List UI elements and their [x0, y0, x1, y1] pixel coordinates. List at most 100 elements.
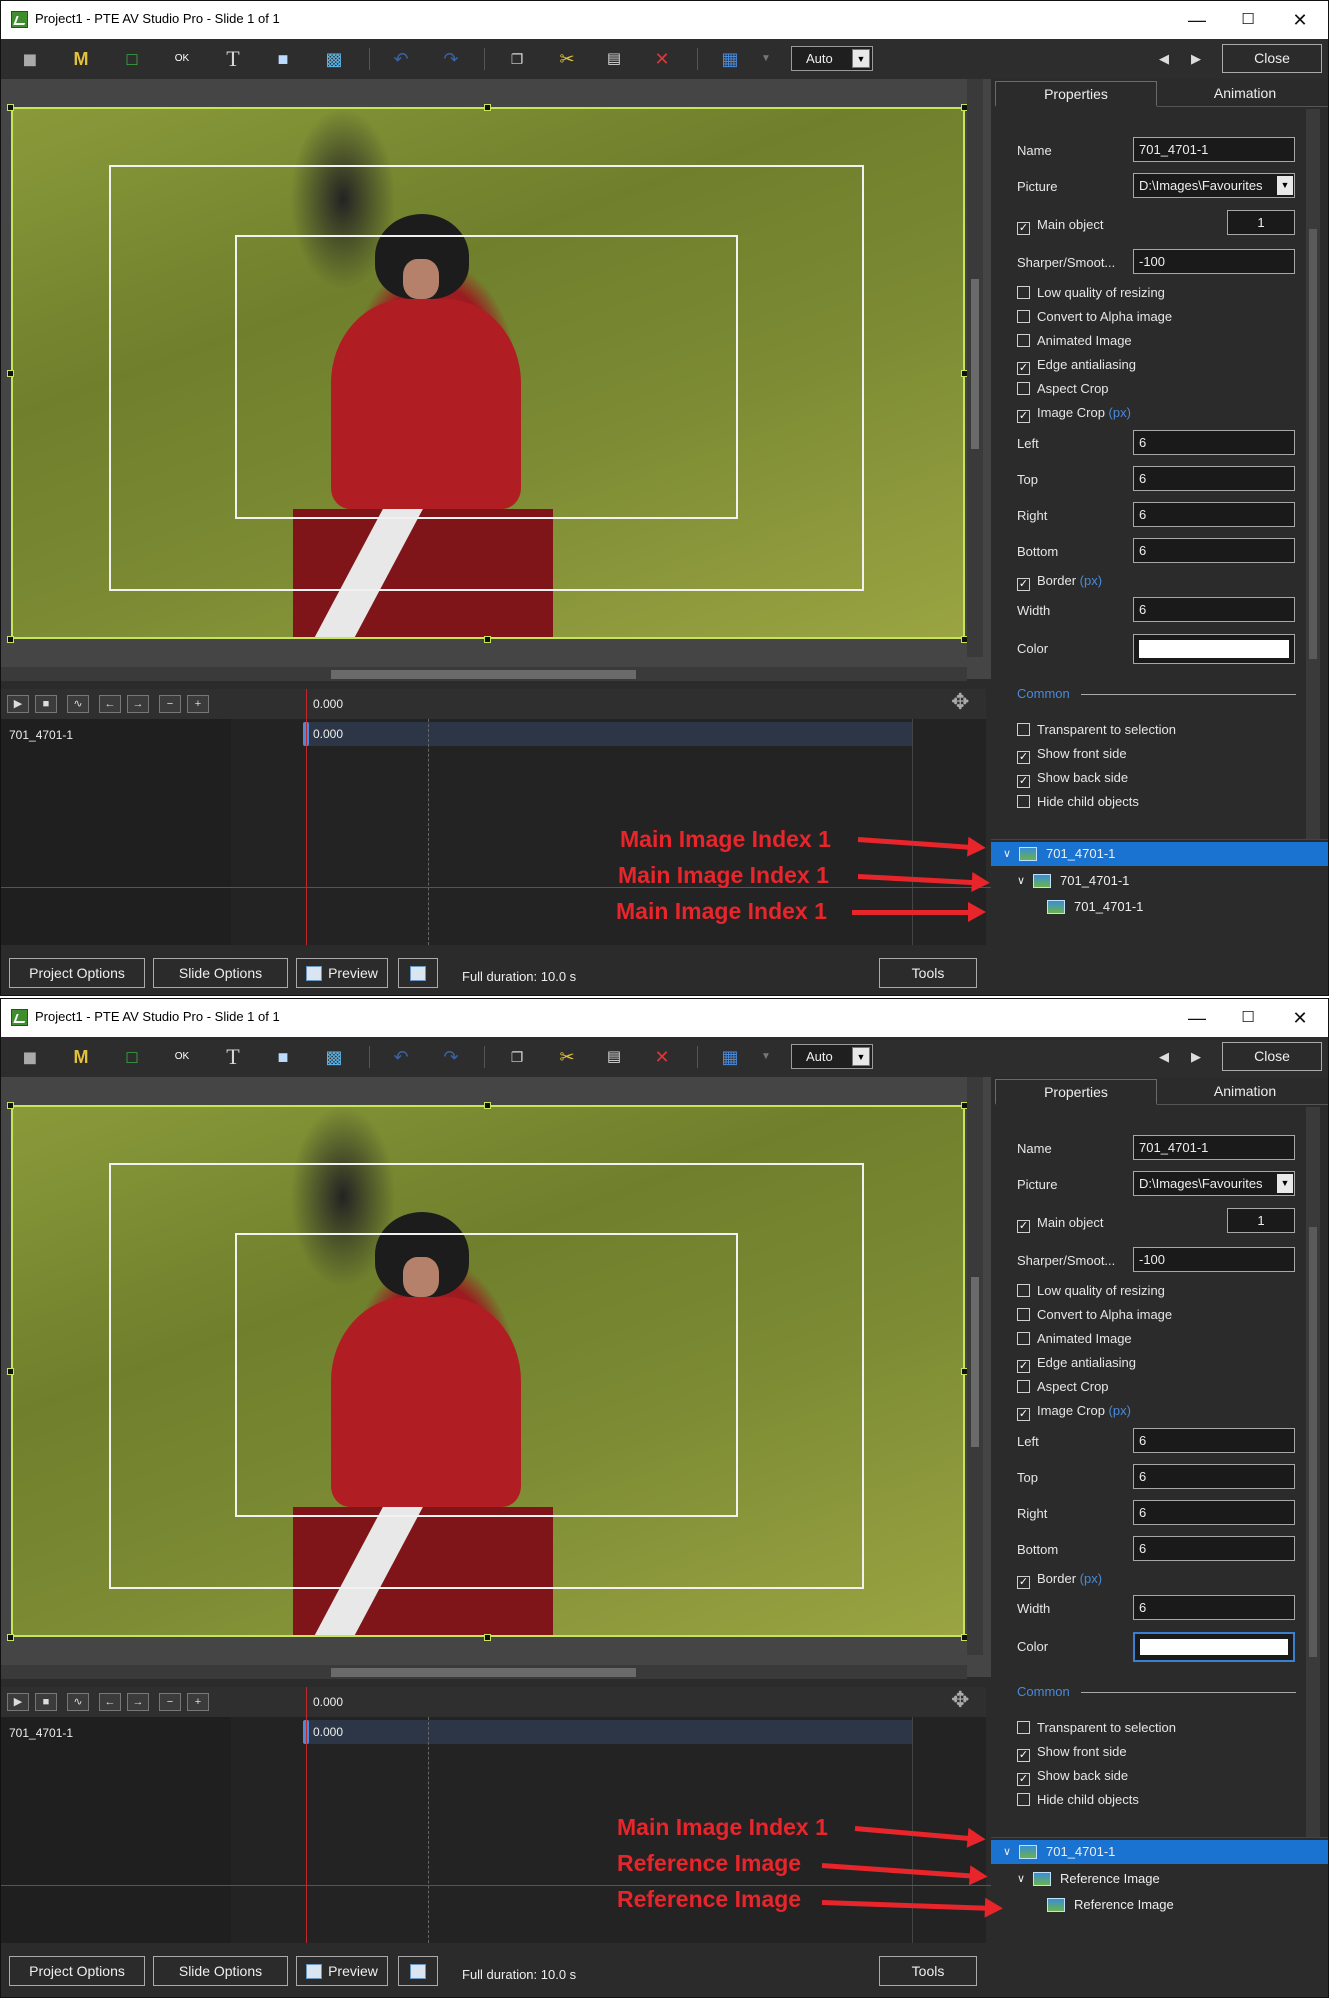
rectangle-icon[interactable]: ■	[270, 47, 296, 71]
vertical-scrollbar[interactable]	[967, 1077, 983, 1655]
crop-right-field[interactable]: 6	[1133, 502, 1295, 527]
scroll-thumb[interactable]	[971, 279, 979, 449]
resize-handle[interactable]	[7, 104, 14, 111]
tree-item-child[interactable]: ∨ 701_4701-1	[991, 869, 1328, 893]
border-checkbox[interactable]: ✓ Border (px)	[1017, 573, 1102, 591]
move-icon[interactable]: ✥	[951, 689, 969, 715]
name-field[interactable]: 701_4701-1	[1133, 137, 1295, 162]
main-object-checkbox[interactable]: ✓ Main object	[1017, 217, 1103, 235]
scroll-thumb[interactable]	[1309, 1227, 1317, 1657]
image-icon[interactable]: ▩	[321, 1045, 347, 1069]
picture-select[interactable]: D:\Images\Favourites ▼	[1133, 1171, 1295, 1196]
resize-handle[interactable]	[7, 370, 14, 377]
hide-child-checkbox[interactable]: Hide child objects	[1017, 794, 1139, 809]
dropdown-icon[interactable]: ▼	[753, 1045, 779, 1069]
tools-button[interactable]: Tools	[879, 1956, 977, 1986]
mask-icon[interactable]: M	[68, 1045, 94, 1069]
horizontal-scrollbar[interactable]	[1, 1665, 967, 1679]
text-icon[interactable]: T	[220, 47, 246, 71]
waveform-icon[interactable]: ∿	[67, 695, 89, 713]
edge-antialiasing-checkbox[interactable]: ✓ Edge antialiasing	[1017, 357, 1136, 375]
copy-icon[interactable]: ❐	[504, 47, 530, 71]
minimize-button[interactable]: —	[1174, 1001, 1220, 1035]
arrow-left-icon[interactable]: ←	[99, 1693, 121, 1711]
tree-item-grandchild[interactable]: Reference Image	[991, 1893, 1328, 1917]
tab-properties[interactable]: Properties	[995, 1079, 1157, 1105]
undo-icon[interactable]: ↶	[388, 1045, 414, 1069]
zoom-in-icon[interactable]: +	[187, 695, 209, 713]
minimize-button[interactable]: —	[1174, 3, 1220, 37]
edge-antialiasing-checkbox[interactable]: ✓ Edge antialiasing	[1017, 1355, 1136, 1373]
project-options-button[interactable]: Project Options	[9, 1956, 145, 1986]
show-back-checkbox[interactable]: ✓ Show back side	[1017, 770, 1128, 788]
chevron-down-icon[interactable]: ▼	[1277, 176, 1293, 195]
child-frame-inner[interactable]	[235, 1233, 738, 1517]
delete-icon[interactable]: ✕	[649, 47, 675, 71]
window-close-button[interactable]: ✕	[1277, 3, 1323, 37]
zoom-select[interactable]: Auto ▼	[791, 46, 873, 71]
slide-photo[interactable]	[11, 1105, 965, 1637]
next-arrow-icon[interactable]: ▶	[1187, 47, 1205, 71]
show-front-checkbox[interactable]: ✓ Show front side	[1017, 1744, 1127, 1762]
chevron-down-icon[interactable]: ∨	[1017, 869, 1025, 893]
convert-alpha-checkbox[interactable]: Convert to Alpha image	[1017, 309, 1172, 324]
main-object-index[interactable]: 1	[1227, 210, 1295, 235]
vertical-scrollbar[interactable]	[967, 79, 983, 657]
zoom-out-icon[interactable]: −	[159, 695, 181, 713]
close-button[interactable]: Close	[1222, 44, 1322, 73]
crop-top-field[interactable]: 6	[1133, 466, 1295, 491]
zoom-select[interactable]: Auto ▼	[791, 1044, 873, 1069]
text-icon[interactable]: T	[220, 1045, 246, 1069]
convert-alpha-checkbox[interactable]: Convert to Alpha image	[1017, 1307, 1172, 1322]
preview-button[interactable]: Preview	[296, 1956, 388, 1986]
maximize-button[interactable]: ☐	[1225, 1001, 1271, 1035]
mask-icon[interactable]: M	[68, 47, 94, 71]
border-checkbox[interactable]: ✓ Border (px)	[1017, 1571, 1102, 1589]
crop-bottom-field[interactable]: 6	[1133, 1536, 1295, 1561]
resize-handle[interactable]	[484, 1102, 491, 1109]
child-frame-inner[interactable]	[235, 235, 738, 519]
image-crop-checkbox[interactable]: ✓ Image Crop (px)	[1017, 405, 1131, 423]
tree-item-grandchild[interactable]: 701_4701-1	[991, 895, 1328, 919]
playhead[interactable]	[306, 689, 307, 945]
redo-icon[interactable]: ↷	[438, 1045, 464, 1069]
redo-icon[interactable]: ↷	[438, 47, 464, 71]
stop-icon[interactable]: ■	[35, 695, 57, 713]
dropdown-icon[interactable]: ▼	[753, 47, 779, 71]
transparent-checkbox[interactable]: Transparent to selection	[1017, 1720, 1176, 1735]
properties-scrollbar[interactable]	[1306, 1107, 1320, 1837]
copy-icon[interactable]: ❐	[504, 1045, 530, 1069]
tree-item-root[interactable]: ∨ 701_4701-1	[991, 842, 1328, 866]
scroll-thumb[interactable]	[331, 1668, 636, 1677]
chevron-down-icon[interactable]: ∨	[1003, 842, 1011, 866]
slide-photo[interactable]	[11, 107, 965, 639]
resize-handle[interactable]	[7, 636, 14, 643]
grid-icon[interactable]: ▦	[717, 1045, 743, 1069]
scroll-thumb[interactable]	[971, 1277, 979, 1447]
scroll-thumb[interactable]	[1309, 229, 1317, 659]
low-quality-checkbox[interactable]: Low quality of resizing	[1017, 1283, 1165, 1298]
resize-handle[interactable]	[7, 1634, 14, 1641]
sharper-field[interactable]: -100	[1133, 1247, 1295, 1272]
chevron-down-icon[interactable]: ▼	[852, 1047, 870, 1066]
slide-canvas[interactable]	[1, 79, 991, 681]
window-close-button[interactable]: ✕	[1277, 1001, 1323, 1035]
name-field[interactable]: 701_4701-1	[1133, 1135, 1295, 1160]
waveform-icon[interactable]: ∿	[67, 1693, 89, 1711]
arrow-left-icon[interactable]: ←	[99, 695, 121, 713]
main-object-checkbox[interactable]: ✓ Main object	[1017, 1215, 1103, 1233]
camera-icon[interactable]: ◼	[17, 47, 43, 71]
tools-button[interactable]: Tools	[879, 958, 977, 988]
image-crop-checkbox[interactable]: ✓ Image Crop (px)	[1017, 1403, 1131, 1421]
crop-left-field[interactable]: 6	[1133, 430, 1295, 455]
prev-arrow-icon[interactable]: ◀	[1155, 47, 1173, 71]
timeline-object-name[interactable]: 701_4701-1	[9, 1726, 73, 1740]
frame-icon[interactable]: □	[119, 47, 145, 71]
button-icon[interactable]: OK	[169, 47, 195, 71]
tab-properties[interactable]: Properties	[995, 81, 1157, 107]
crop-top-field[interactable]: 6	[1133, 1464, 1295, 1489]
cut-icon[interactable]: ✂	[554, 47, 580, 71]
fullscreen-button[interactable]	[398, 1956, 438, 1986]
sharper-field[interactable]: -100	[1133, 249, 1295, 274]
fullscreen-button[interactable]	[398, 958, 438, 988]
